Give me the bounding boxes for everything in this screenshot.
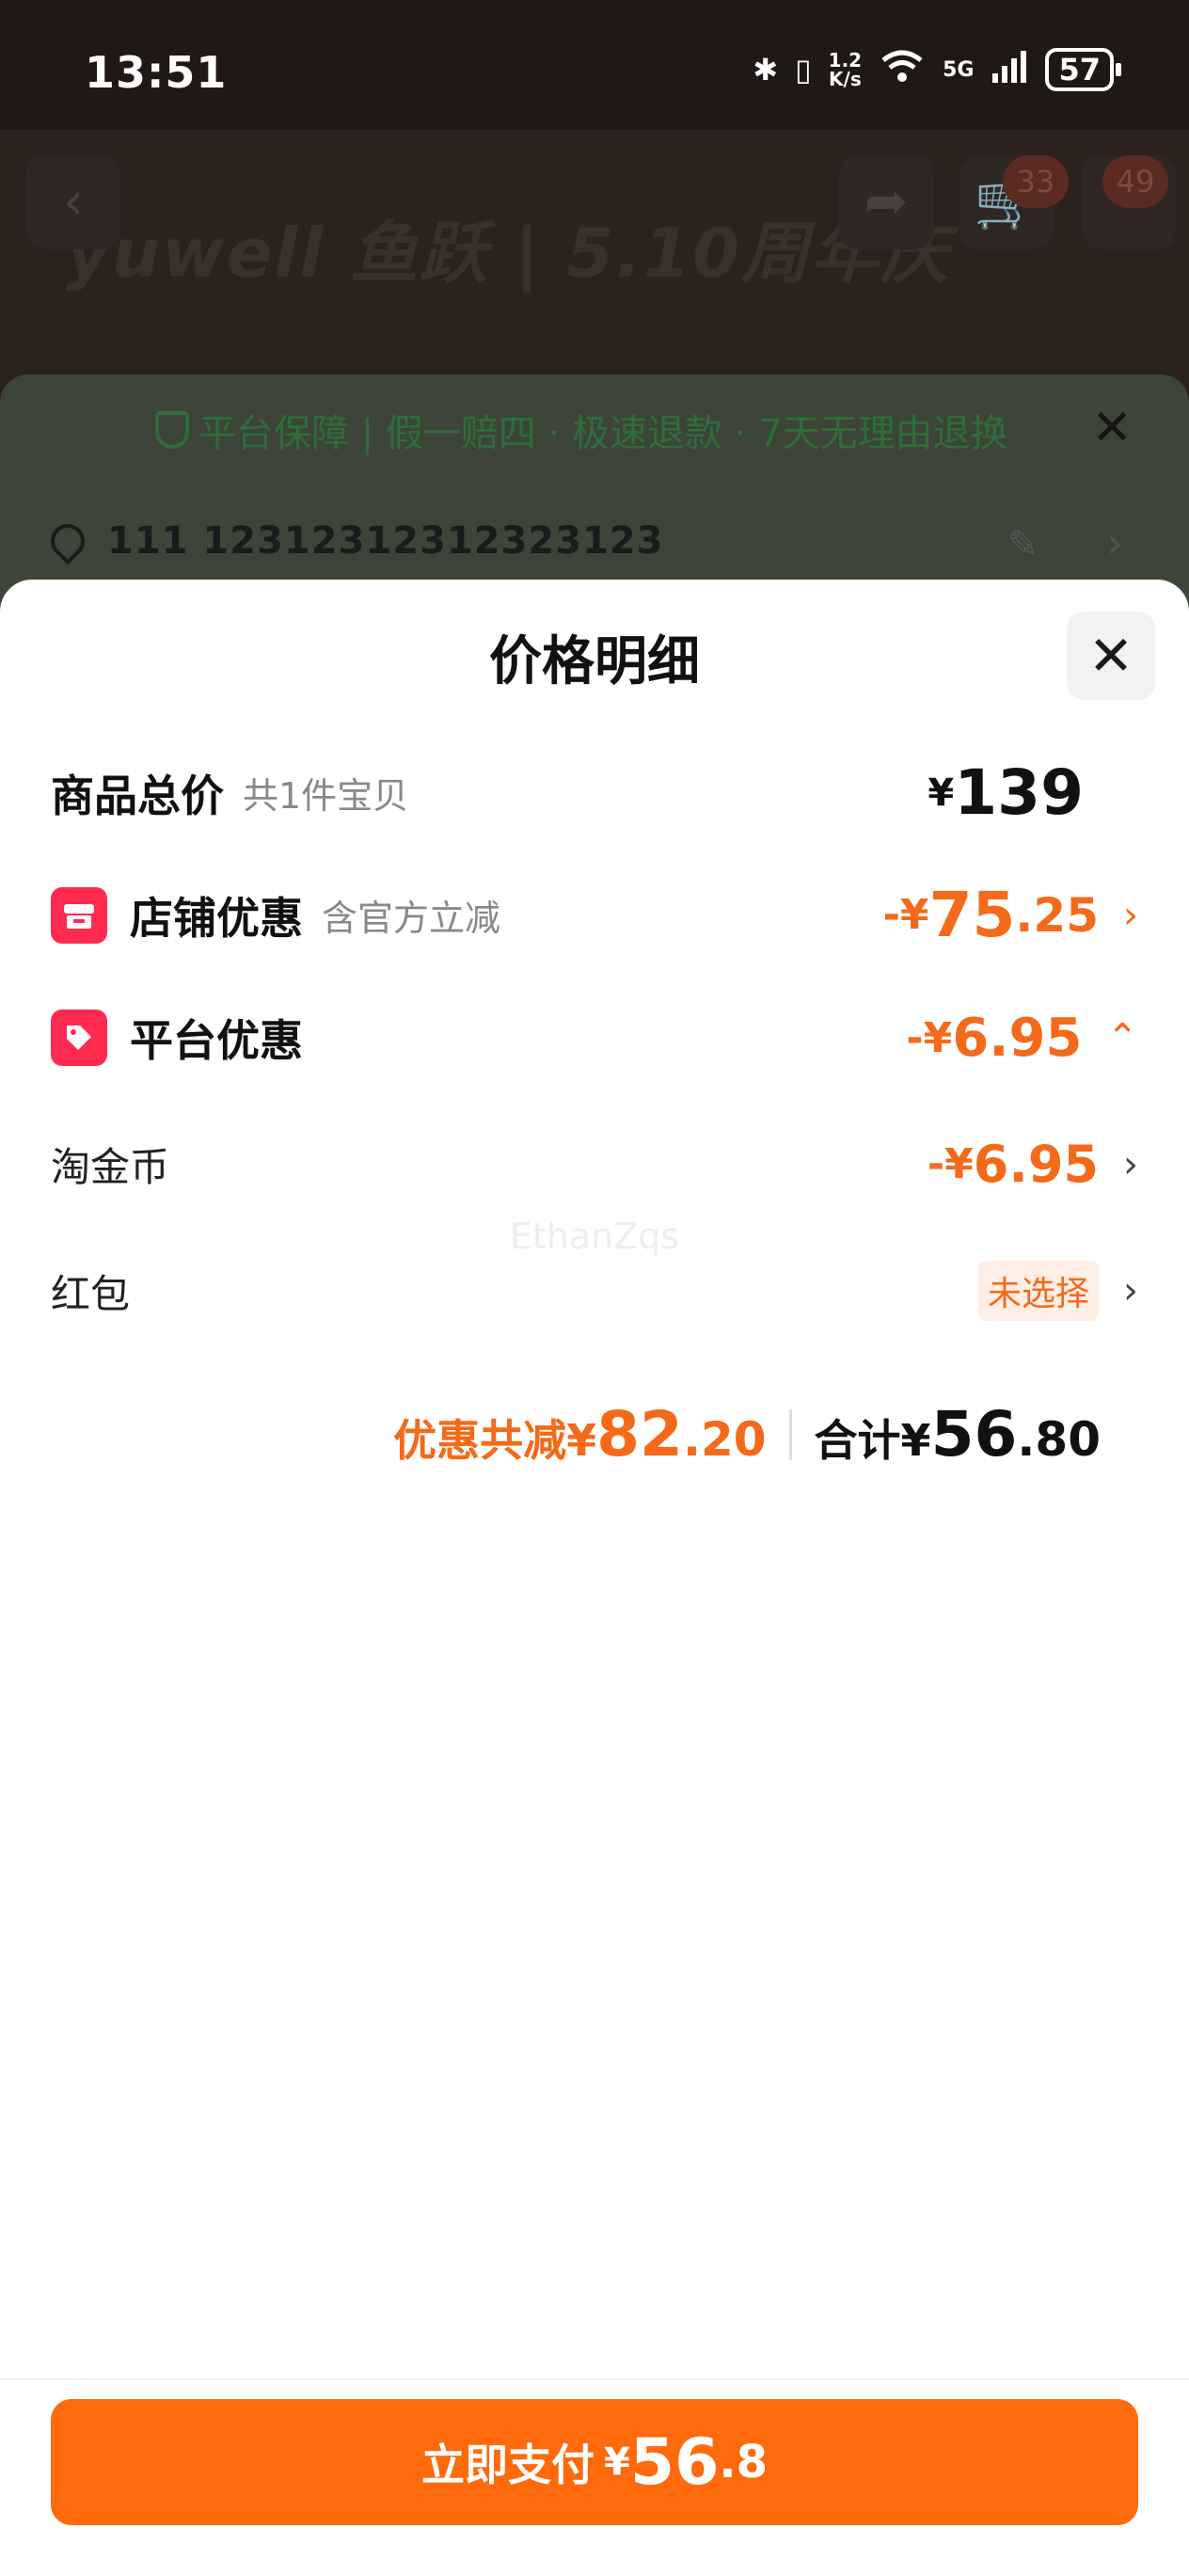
watermark: EthanZqs	[509, 1216, 680, 1257]
chevron-up-icon: ⌃	[1106, 1016, 1138, 1059]
coins-value: 6.95	[973, 1135, 1099, 1194]
platform-discount-value: 6.95	[952, 1007, 1083, 1069]
discount-prefix: -¥	[927, 1140, 974, 1188]
edit-icon[interactable]: ✎	[1007, 523, 1038, 566]
discount-total-label: 优惠共减¥	[393, 1415, 597, 1466]
status-time: 13:51	[85, 47, 228, 98]
address-row[interactable]: 111 12312312312323123	[43, 517, 664, 565]
row-store-discount[interactable]: 店铺优惠 含官方立减 -¥ 75 .25 ›	[51, 879, 1138, 951]
discount-total-dec: .20	[682, 1412, 767, 1467]
net-speed: 1.2 K/s	[829, 51, 862, 88]
share-icon[interactable]: ➦	[839, 155, 933, 249]
coins-label: 淘金币	[51, 1144, 170, 1190]
total-price-amount: ¥ 139	[927, 756, 1084, 829]
bluetooth-icon: ✱	[753, 52, 779, 87]
cart-badge: 33	[1003, 155, 1069, 208]
total-price-label: 商品总价	[51, 770, 224, 821]
vibrate-icon: ▯	[795, 52, 812, 87]
pay-button-label: 立即支付	[420, 2440, 594, 2490]
pay-button-amount-dec: .8	[719, 2436, 769, 2489]
price-detail-sheet: 价格明细 ✕ 商品总价 共1件宝贝 ¥ 139 店铺优惠 含官方立减 -¥ 75…	[0, 580, 1189, 2574]
discount-prefix: -¥	[882, 891, 929, 939]
grand-total-label: 合计¥	[814, 1415, 931, 1466]
store-discount-amount: -¥ 75 .25 ›	[883, 879, 1138, 951]
net-speed-value: 1.2	[828, 49, 863, 72]
brand-banner-text: yuwell 鱼跃 | 5.10周年庆	[66, 214, 951, 293]
store-icon	[51, 886, 107, 944]
signal-icon	[991, 47, 1028, 92]
discount-prefix: -¥	[906, 1013, 953, 1062]
sheet-title: 价格明细	[489, 631, 700, 692]
store-discount-label: 店铺优惠	[130, 892, 303, 944]
row-platform-discount[interactable]: 平台优惠 -¥ 6.95 ⌃	[51, 1007, 1138, 1069]
store-discount-sub: 含官方立减	[322, 898, 501, 939]
grand-total-int: 56	[930, 1398, 1018, 1471]
red-packet-status-wrap: 未选择 ›	[977, 1261, 1138, 1321]
total-price-sub: 共1件宝贝	[243, 775, 409, 817]
back-icon[interactable]: ‹	[26, 155, 120, 249]
pay-button-amount-int: 56	[629, 2425, 720, 2500]
more-badge: 49	[1102, 155, 1168, 208]
chevron-right-icon: ›	[1123, 893, 1138, 937]
address-text: 111 12312312312323123	[107, 519, 664, 563]
net-speed-unit: K/s	[829, 68, 862, 90]
tag-icon	[51, 1010, 107, 1066]
close-icon[interactable]: ✕	[1091, 400, 1133, 456]
coins-amount: -¥ 6.95 ›	[927, 1135, 1138, 1194]
store-discount-int: 75	[928, 879, 1016, 951]
chevron-right-icon: ›	[1123, 1269, 1138, 1312]
platform-guarantee: 平台保障 | 假一赔四 · 极速退款 · 7天无理由退换	[155, 403, 1008, 457]
red-packet-label: 红包	[51, 1270, 131, 1317]
total-price-value: 139	[954, 756, 1084, 829]
store-discount-dec: .25	[1015, 887, 1099, 943]
sheet-close-button[interactable]: ✕	[1067, 612, 1155, 700]
status-bar: 13:51 ✱ ▯ 1.2 K/s 5G 57	[0, 0, 1189, 130]
pay-now-button[interactable]: 立即支付 ¥ 56 .8	[51, 2399, 1138, 2525]
currency-symbol: ¥	[927, 771, 955, 815]
shield-icon	[155, 411, 189, 449]
price-summary: 优惠共减¥ 82 .20 合计¥ 56 .80	[393, 1398, 1101, 1471]
discount-total-int: 82	[596, 1398, 683, 1471]
chevron-right-icon[interactable]: ›	[1106, 519, 1123, 567]
network-label: 5G	[943, 57, 975, 82]
location-icon	[43, 517, 92, 565]
row-coins[interactable]: 淘金币 -¥ 6.95 ›	[51, 1135, 1138, 1194]
battery-icon: 57	[1045, 48, 1121, 91]
row-total-price: 商品总价 共1件宝贝 ¥ 139	[51, 756, 1138, 829]
row-red-packet[interactable]: 红包 未选择 ›	[51, 1261, 1138, 1321]
summary-divider	[788, 1408, 792, 1460]
platform-discount-amount: -¥ 6.95 ⌃	[906, 1008, 1138, 1069]
guarantee-text: 平台保障 | 假一赔四 · 极速退款 · 7天无理由退换	[198, 412, 1008, 455]
platform-discount-label: 平台优惠	[130, 1015, 303, 1066]
chevron-right-icon: ›	[1123, 1142, 1138, 1186]
close-icon: ✕	[1087, 624, 1134, 688]
pay-button-currency: ¥	[603, 2441, 630, 2484]
grand-total-dec: .80	[1017, 1412, 1101, 1467]
status-icons: ✱ ▯ 1.2 K/s 5G 57	[753, 47, 1121, 92]
red-packet-status: 未选择	[977, 1261, 1099, 1321]
wifi-icon	[879, 47, 926, 92]
